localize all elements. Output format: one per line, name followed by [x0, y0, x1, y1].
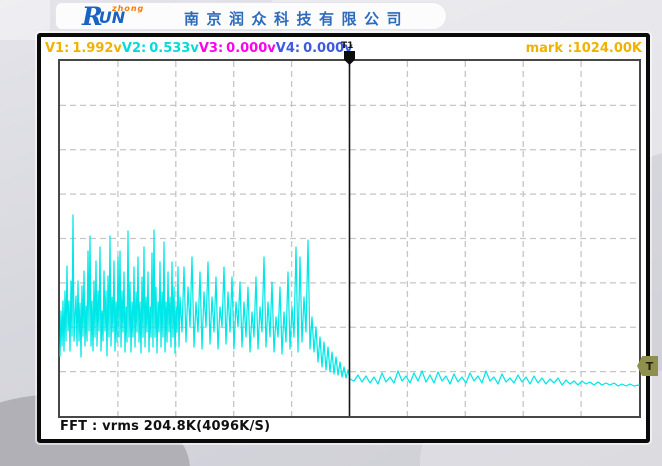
instrument-screenshot: RUN zhong 南京润众科技有限公司 V1: 1.992v V2: 0.53… — [0, 0, 662, 466]
fft-mode-readout: FFT : vrms 204.8K(4096K/S) — [60, 419, 270, 434]
channel-v3-label: V3: — [199, 41, 223, 56]
plot-area[interactable]: T1 — [58, 59, 641, 418]
channel-v2-label: V2: — [122, 41, 146, 56]
channel-v2-readout: V2: 0.533v — [122, 41, 199, 56]
runzhong-logo: RUN zhong — [82, 3, 125, 31]
mark-frequency-readout: mark :1024.00K — [526, 41, 642, 56]
logo-zhong-superscript: zhong — [112, 4, 144, 13]
channel-v1-value: 1.992v — [72, 41, 122, 56]
brand-header: RUN zhong 南京润众科技有限公司 — [55, 2, 447, 30]
channel-v3-readout: V3: 0.000v — [199, 41, 276, 56]
trigger-tag-label: T — [646, 360, 654, 373]
company-name: 南京润众科技有限公司 — [184, 8, 409, 29]
channel-v3-value: 0.000v — [226, 41, 276, 56]
channel-v4-label: V4: — [276, 41, 300, 56]
t1-cursor-label: T1 — [341, 41, 353, 51]
channel-v1-label: V1: — [45, 41, 69, 56]
fft-trace-plot — [60, 61, 639, 416]
channel-v2-value: 0.533v — [149, 41, 199, 56]
oscilloscope-screen: V1: 1.992v V2: 0.533v V3: 0.000v V4: 0.0… — [37, 33, 650, 443]
channel-v1-readout: V1: 1.992v — [45, 41, 122, 56]
